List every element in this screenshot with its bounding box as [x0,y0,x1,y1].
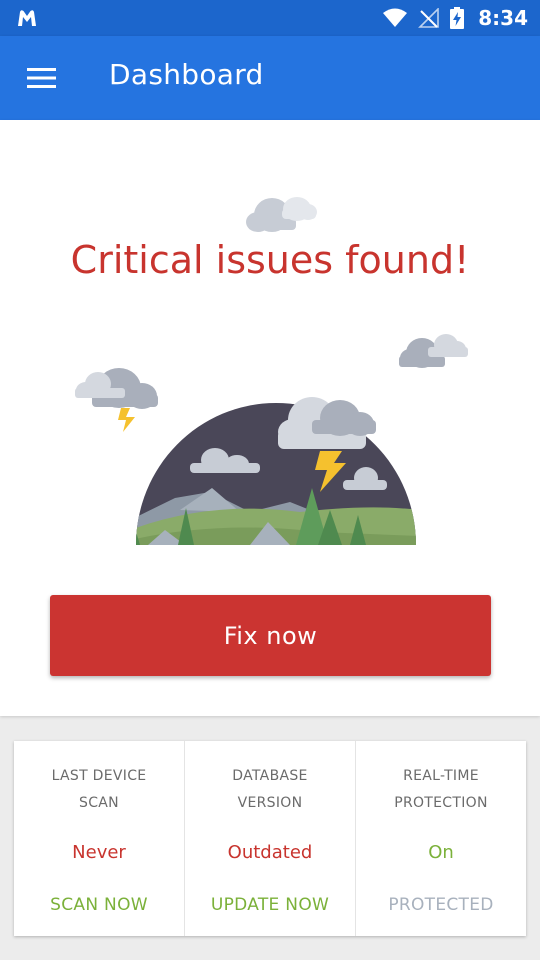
hamburger-menu-icon [27,68,56,88]
cloud-icon [399,334,468,368]
card-title: REAL-TIME PROTECTION [394,768,488,811]
hero-section: Critical issues found! Fix now [0,120,540,716]
critical-headline: Critical issues found! [70,238,470,282]
protected-label: PROTECTED [388,895,494,915]
status-card-last-scan: LAST DEVICE SCAN Never SCAN NOW [14,741,184,936]
card-title: DATABASE VERSION [232,768,308,811]
no-signal-icon [418,8,440,28]
scan-now-button[interactable]: SCAN NOW [14,895,184,915]
fix-now-button[interactable]: Fix now [50,595,491,676]
status-time: 8:34 [478,6,528,30]
storm-cloud-icon [75,368,158,432]
cloud-icon [246,197,317,232]
status-cards: LAST DEVICE SCAN Never SCAN NOW DATABASE… [14,741,526,936]
status-bar: 8:34 [0,0,540,36]
status-icons: 8:34 [382,0,528,36]
wifi-icon [383,8,408,27]
status-card-database: DATABASE VERSION Outdated UPDATE NOW [184,741,355,936]
storm-illustration [75,197,468,545]
battery-charging-icon [450,7,465,29]
status-card-protection: REAL-TIME PROTECTION On PROTECTED [355,741,526,936]
menu-button[interactable] [20,60,64,96]
update-now-button[interactable]: UPDATE NOW [185,895,355,915]
page-title: Dashboard [109,58,264,91]
app-bar: Dashboard [0,36,540,120]
card-value: Outdated [227,842,313,863]
card-title: LAST DEVICE SCAN [51,768,147,811]
card-value: Never [72,842,126,863]
card-value: On [428,842,454,863]
malwarebytes-logo-icon [18,10,36,26]
